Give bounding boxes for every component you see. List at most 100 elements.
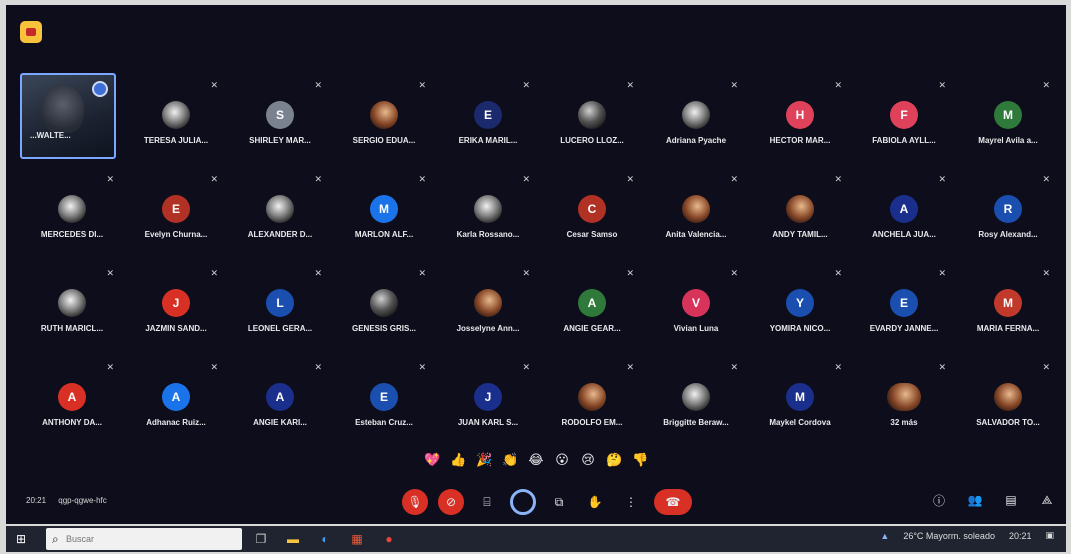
participant-tile[interactable]: ✕ M MARIA FERNA...: [956, 261, 1060, 355]
mic-muted-icon: ✕: [626, 80, 634, 90]
present-button[interactable]: ⧉: [546, 489, 572, 515]
participant-name: RUTH MARICL...: [40, 324, 104, 333]
participant-tile[interactable]: ✕ R Rosy Alexand...: [956, 167, 1060, 261]
mic-muted-icon: ✕: [418, 362, 426, 372]
participant-tile[interactable]: ✕ E EVARDY JANNE...: [852, 261, 956, 355]
taskbar-apps: ❐ ▬ ◐ ▦ ●: [252, 530, 398, 548]
participant-tile[interactable]: ✕ Y YOMIRA NICO...: [748, 261, 852, 355]
participant-name: Adriana Pyache: [665, 136, 727, 145]
participant-tile[interactable]: ✕ RUTH MARICL...: [20, 261, 124, 355]
start-button[interactable]: ⊞: [16, 532, 30, 546]
meeting-info: 20:21 qgp-qgwe-hfc: [26, 496, 117, 505]
participant-tile[interactable]: ✕ GENESIS GRIS...: [332, 261, 436, 355]
people-button[interactable]: 👥: [964, 489, 986, 511]
participant-name: ANTHONY DA...: [42, 418, 102, 427]
reaction-emoji-icon[interactable]: 🤔: [606, 452, 622, 468]
participant-name: JAZMIN SAND...: [145, 324, 207, 333]
participant-tile[interactable]: ✕ L LEONEL GERA...: [228, 261, 332, 355]
participant-tile[interactable]: ✕ A ANGIE KARI...: [228, 355, 332, 449]
participant-tile[interactable]: ✕ Anita Valencia...: [644, 167, 748, 261]
reaction-emoji-icon[interactable]: 😢: [580, 452, 596, 468]
reaction-emoji-icon[interactable]: 😮: [554, 452, 570, 468]
weather-text: 26°C Mayorm. soleado: [903, 530, 995, 541]
avatar: [474, 195, 502, 223]
more-options-button[interactable]: ⋮: [618, 489, 644, 515]
participant-tile[interactable]: ✕ A ANTHONY DA...: [20, 355, 124, 449]
participant-tile[interactable]: ✕ H HECTOR MAR...: [748, 73, 852, 167]
participant-tile[interactable]: ✕ ALEXANDER D...: [228, 167, 332, 261]
edge-button[interactable]: ◐: [316, 530, 334, 548]
reaction-emoji-icon[interactable]: 🎉: [476, 452, 492, 468]
participant-name: ALEXANDER D...: [247, 230, 313, 239]
participant-tile[interactable]: ✕ RODOLFO EM...: [540, 355, 644, 449]
mic-muted-icon: ✕: [1042, 268, 1050, 278]
reaction-emoji-icon[interactable]: 💖: [424, 452, 440, 468]
reaction-emoji-icon[interactable]: 👎: [632, 452, 648, 468]
activities-button[interactable]: ⟁: [1036, 489, 1058, 511]
participant-tile[interactable]: ✕ A ANCHELA JUA...: [852, 167, 956, 261]
participant-tile[interactable]: ✕ Briggitte Beraw...: [644, 355, 748, 449]
self-video-tile[interactable]: ...WALTE...: [20, 73, 116, 159]
participant-name: MERCEDES DI...: [40, 230, 104, 239]
participant-tile[interactable]: ✕ ANDY TAMIL...: [748, 167, 852, 261]
avatar: Y: [786, 289, 814, 317]
participant-tile[interactable]: ✕ J JUAN KARL S...: [436, 355, 540, 449]
participant-tile[interactable]: ✕ V Vivian Luna: [644, 261, 748, 355]
participant-name: LEONEL GERA...: [247, 324, 313, 333]
chat-button[interactable]: ▤: [1000, 489, 1022, 511]
file-explorer-button[interactable]: ▬: [284, 530, 302, 548]
search-input[interactable]: [66, 534, 166, 544]
participant-tile[interactable]: ✕ A Adhanac Ruiz...: [124, 355, 228, 449]
participant-tile[interactable]: ✕ M MARLON ALF...: [332, 167, 436, 261]
mic-muted-icon: ✕: [314, 80, 322, 90]
participant-tile[interactable]: ✕ TERESA JULIA...: [124, 73, 228, 167]
participant-tile[interactable]: ✕ E Evelyn Churna...: [124, 167, 228, 261]
clock: 20:21: [1008, 530, 1032, 541]
participant-tile[interactable]: ✕ Josselyne Ann...: [436, 261, 540, 355]
leave-call-button[interactable]: ☎: [654, 489, 692, 515]
mic-muted-icon: ✕: [1042, 80, 1050, 90]
notifications-icon[interactable]: ▣: [1045, 530, 1054, 541]
taskbar-search[interactable]: ⌕: [46, 528, 242, 550]
task-view-button[interactable]: ❐: [252, 530, 270, 548]
participant-tile[interactable]: ✕ SALVADOR TO...: [956, 355, 1060, 449]
reaction-emoji-icon[interactable]: 👍: [450, 452, 466, 468]
avatar: F: [890, 101, 918, 129]
participant-tile[interactable]: ✕ SERGIO EDUA...: [332, 73, 436, 167]
participant-tile[interactable]: ✕ S SHIRLEY MAR...: [228, 73, 332, 167]
store-button[interactable]: ▦: [348, 530, 366, 548]
participant-name: Maykel Cordova: [769, 418, 831, 427]
meeting-details-button[interactable]: ⓘ: [928, 489, 950, 511]
participant-tile[interactable]: ✕ C Cesar Samso: [540, 167, 644, 261]
mic-muted-icon: ✕: [418, 268, 426, 278]
raise-hand-button[interactable]: ✋: [582, 489, 608, 515]
camera-off-button[interactable]: ⊘: [438, 489, 464, 515]
participant-tile[interactable]: ✕ Karla Rossano...: [436, 167, 540, 261]
reaction-emoji-icon[interactable]: 😂: [528, 452, 544, 468]
participant-name: FABIOLA AYLL...: [872, 136, 936, 145]
avatar: [994, 383, 1022, 411]
participant-name: SALVADOR TO...: [976, 418, 1040, 427]
participant-tile[interactable]: ✕ A ANGIE GEAR...: [540, 261, 644, 355]
participant-tile[interactable]: ✕ 32 más: [852, 355, 956, 449]
reaction-emoji-icon[interactable]: 👏: [502, 452, 518, 468]
avatar: [682, 101, 710, 129]
system-tray: ▲ 26°C Mayorm. soleado 20:21 ▣: [880, 530, 1054, 541]
participant-tile[interactable]: ✕ E Esteban Cruz...: [332, 355, 436, 449]
mic-muted-icon: ✕: [210, 268, 218, 278]
participant-tile[interactable]: ✕ E ERIKA MARIL...: [436, 73, 540, 167]
chrome-button[interactable]: ●: [380, 530, 398, 548]
participant-tile[interactable]: ✕ M Maykel Cordova: [748, 355, 852, 449]
folder-icon: ▬: [287, 532, 299, 546]
captions-button[interactable]: ⌸: [474, 489, 500, 515]
avatar: M: [370, 195, 398, 223]
participant-tile[interactable]: ✕ Adriana Pyache: [644, 73, 748, 167]
participant-tile[interactable]: ✕ MERCEDES DI...: [20, 167, 124, 261]
participant-tile[interactable]: ✕ F FABIOLA AYLL...: [852, 73, 956, 167]
participant-tile[interactable]: ✕ J JAZMIN SAND...: [124, 261, 228, 355]
avatar: [474, 289, 502, 317]
mic-off-button[interactable]: 🎙: [402, 489, 428, 515]
participant-tile[interactable]: ✕ LUCERO LLOZ...: [540, 73, 644, 167]
participant-tile[interactable]: ✕ M Mayrel Avila a...: [956, 73, 1060, 167]
emoji-button[interactable]: [510, 489, 536, 515]
